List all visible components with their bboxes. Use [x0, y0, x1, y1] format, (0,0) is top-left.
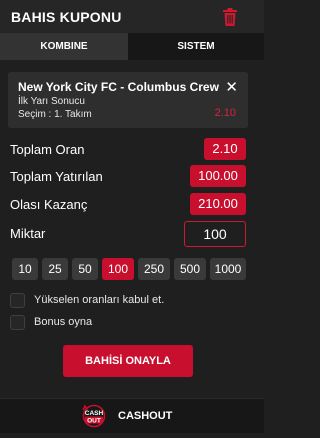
selection-odds: 2.10 — [214, 107, 236, 119]
possible-win-value: 210.00 — [190, 193, 246, 215]
cashout-bar[interactable]: CASH OUT CASHOUT — [0, 398, 264, 433]
selection-text: Seçim : 1. Takım — [18, 109, 92, 120]
cashout-icon: CASH OUT — [82, 404, 106, 428]
bet-slip-title: BAHIS KUPONU — [11, 9, 122, 25]
stake-label: Miktar — [10, 226, 46, 241]
bet-slip-header: BAHIS KUPONU — [0, 0, 264, 33]
match-title: New York City FC - Columbus Crew — [18, 80, 219, 94]
quick-amount-1000[interactable]: 1000 — [210, 258, 246, 280]
quick-amount-500[interactable]: 500 — [174, 258, 206, 280]
accept-odds-checkbox[interactable] — [10, 293, 25, 308]
total-stake-label: Toplam Yatırılan — [10, 169, 103, 184]
stake-input[interactable]: 100 — [184, 221, 246, 247]
quick-amount-10[interactable]: 10 — [12, 258, 38, 280]
cashout-label: CASHOUT — [118, 410, 173, 422]
quick-amount-250[interactable]: 250 — [138, 258, 170, 280]
confirm-bet-button[interactable]: BAHİSİ ONAYLA — [63, 345, 193, 377]
bonus-label: Bonus oyna — [34, 316, 93, 328]
tab-sistem[interactable]: SISTEM — [128, 33, 264, 60]
quick-amount-25[interactable]: 25 — [42, 258, 68, 280]
total-odds-value: 2.10 — [204, 138, 246, 160]
bet-selection-card: New York City FC - Columbus Crew ✕ İlk Y… — [8, 72, 248, 128]
cashout-icon-text-top: CASH — [85, 410, 104, 417]
total-odds-label: Toplam Oran — [10, 142, 85, 157]
possible-win-label: Olası Kazanç — [10, 197, 88, 212]
accept-odds-label: Yükselen oranları kabul et. — [34, 294, 165, 306]
quick-amount-50[interactable]: 50 — [72, 258, 98, 280]
quick-amount-100[interactable]: 100 — [102, 258, 134, 280]
market-name: İlk Yarı Sonucu — [18, 96, 85, 107]
tab-kombine[interactable]: KOMBINE — [0, 33, 128, 60]
cashout-icon-text-bottom: OUT — [87, 417, 101, 424]
bet-type-tabs: KOMBINE SISTEM — [0, 33, 264, 60]
bonus-checkbox[interactable] — [10, 315, 25, 330]
trash-icon[interactable] — [222, 8, 238, 26]
total-stake-value: 100.00 — [190, 165, 246, 187]
close-icon[interactable]: ✕ — [225, 78, 238, 96]
